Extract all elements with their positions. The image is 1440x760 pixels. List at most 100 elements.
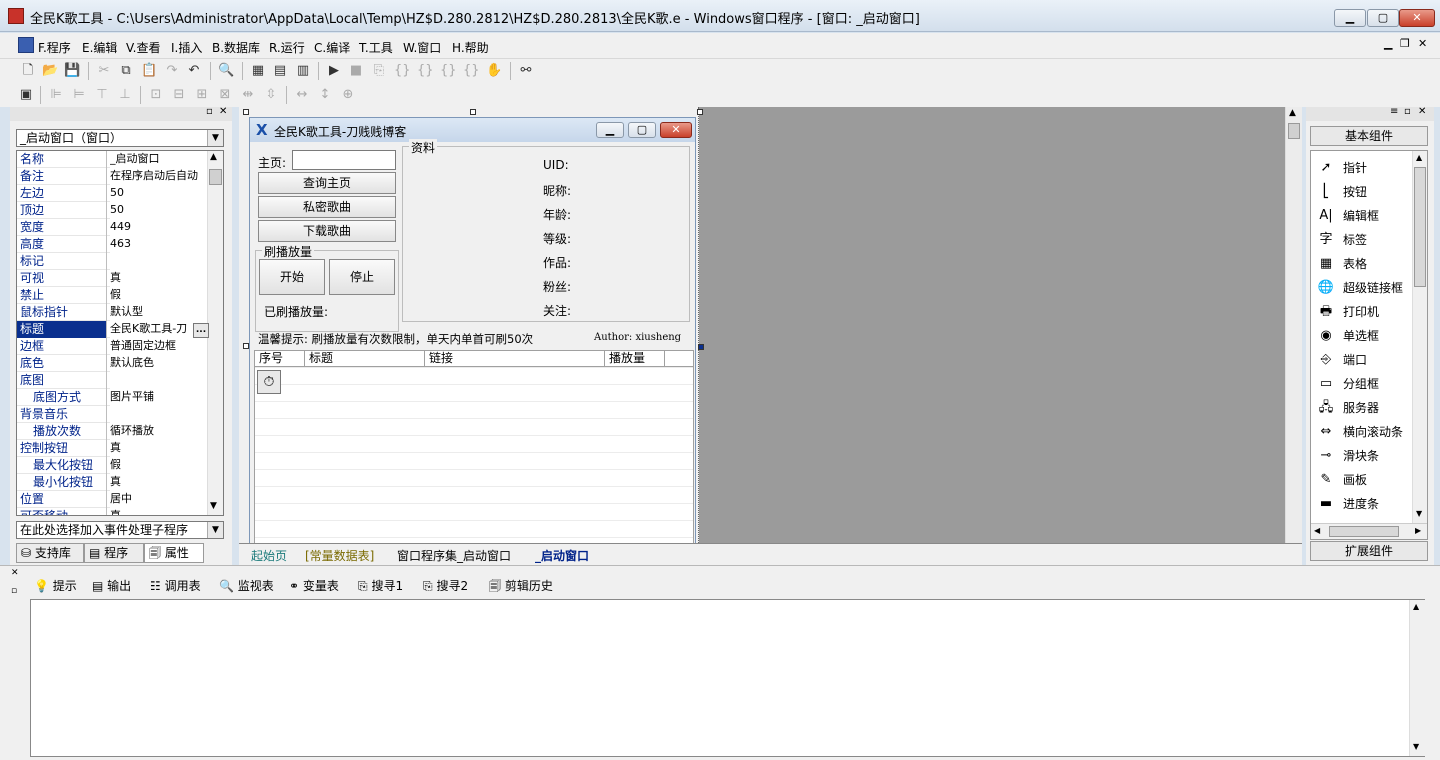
scroll-thumb[interactable]	[1414, 167, 1426, 287]
center-h-icon[interactable]: ⊡	[148, 87, 164, 103]
tab-startup-window[interactable]: _启动窗口	[535, 547, 589, 564]
property-row[interactable]: 控制按钮真	[17, 440, 207, 457]
menu-run[interactable]: R.运行	[269, 39, 305, 56]
tab-watch[interactable]: 🔍 监视表	[219, 577, 274, 594]
tab-variables[interactable]: ⚭ 变量表	[289, 577, 339, 594]
component-item[interactable]: ⇔ 横向滚动条	[1315, 421, 1413, 443]
mdi-close-icon[interactable]: ✕	[1418, 37, 1427, 50]
align-right-icon[interactable]: ⊨	[71, 87, 87, 103]
align-left-icon[interactable]: ⊫	[48, 87, 64, 103]
same-width-icon[interactable]: ⊞	[194, 87, 210, 103]
property-value[interactable]	[110, 253, 207, 270]
form-maximize-icon[interactable]: ▢	[628, 122, 656, 138]
open-folder-icon[interactable]: 📂	[42, 63, 58, 79]
resize-handle[interactable]	[243, 109, 249, 115]
download-songs-button[interactable]: 下载歌曲	[258, 220, 396, 242]
tab-program[interactable]: ▤ 程序	[84, 543, 144, 563]
component-item[interactable]: ✎ 画板	[1315, 469, 1413, 491]
start-button[interactable]: 开始	[259, 259, 325, 295]
panel-close-icon[interactable]: ✕	[1418, 106, 1426, 117]
tab-call-table[interactable]: ☷ 调用表	[150, 577, 201, 594]
property-value[interactable]: 50	[110, 202, 207, 219]
save-icon[interactable]: 💾	[64, 63, 80, 79]
tab-support-lib[interactable]: ⛁ 支持库	[16, 543, 84, 563]
redo-icon[interactable]: ↷	[164, 63, 180, 79]
close-button[interactable]: ✕	[1399, 9, 1435, 27]
design-form[interactable]: X 全民K歌工具-刀贱贱博客 ▁ ▢ ✕ 主页: 查询主页 私密歌曲 下载歌曲 …	[249, 117, 696, 547]
undo-icon[interactable]: ↶	[186, 63, 202, 79]
property-row[interactable]: 边框 普通固定边框	[17, 338, 207, 355]
tab-search1[interactable]: ⎘ 搜寻1	[358, 577, 403, 594]
menu-view[interactable]: V.查看	[126, 39, 160, 56]
paste-icon[interactable]: 📋	[141, 63, 157, 79]
space-h-icon[interactable]: ⇹	[240, 87, 256, 103]
resize-handle[interactable]	[470, 109, 476, 115]
scroll-left-icon[interactable]: ◀	[1314, 526, 1320, 535]
property-value[interactable]: 假	[110, 287, 207, 304]
scroll-right-icon[interactable]: ▶	[1415, 526, 1421, 535]
menu-window[interactable]: W.窗口	[403, 39, 441, 56]
property-row[interactable]: 背景音乐	[17, 406, 207, 423]
property-value[interactable]: 真	[110, 508, 207, 515]
property-value[interactable]: _启动窗口	[110, 151, 207, 168]
component-item[interactable]: ▭ 分组框	[1315, 373, 1413, 395]
property-row[interactable]: 标记	[17, 253, 207, 270]
tab-clip-history[interactable]: 🗐 剪辑历史	[489, 577, 553, 598]
component-item[interactable]: ⊸ 滑块条	[1315, 445, 1413, 467]
property-value[interactable]: 真	[110, 474, 207, 491]
component-item[interactable]: ▬ 进度条	[1315, 493, 1413, 515]
output-area[interactable]: ▲ ▼	[30, 599, 1425, 757]
same-height-icon[interactable]: ⊠	[217, 87, 233, 103]
panel-close-icon[interactable]: ✕	[11, 568, 19, 578]
property-value[interactable]: 真	[110, 440, 207, 457]
tab-properties[interactable]: 🗐 属性	[144, 543, 204, 563]
property-value[interactable]: 449	[110, 219, 207, 236]
component-item[interactable]: A| 编辑框	[1315, 205, 1413, 227]
panel-menu-icon[interactable]: ≡	[1390, 106, 1398, 117]
scroll-down-icon[interactable]: ▼	[1413, 742, 1419, 751]
layout-b-icon[interactable]: ▤	[272, 63, 288, 79]
minimize-button[interactable]: ▁	[1334, 9, 1366, 27]
form-minimize-icon[interactable]: ▁	[596, 122, 624, 138]
ellipsis-button[interactable]: ...	[193, 323, 209, 338]
stop-button[interactable]: 停止	[329, 259, 395, 295]
new-file-icon[interactable]: 🗋	[20, 63, 36, 79]
property-value[interactable]: 假	[110, 457, 207, 474]
property-row[interactable]: 最小化按钮真	[17, 474, 207, 491]
property-row[interactable]: 左边 50	[17, 185, 207, 202]
hscroll-thumb[interactable]	[1329, 526, 1399, 537]
component-item[interactable]: 🌐 超级链接框	[1315, 277, 1413, 299]
panel-close-icon[interactable]: ✕	[219, 106, 227, 117]
property-row[interactable]: 名称 _启动窗口	[17, 151, 207, 168]
menu-database[interactable]: B.数据库	[212, 39, 260, 56]
menu-compile[interactable]: C.编译	[314, 39, 350, 56]
property-value[interactable]: 在程序启动后自动	[110, 168, 207, 185]
mdi-minimize-icon[interactable]: ▁	[1384, 37, 1392, 50]
property-row[interactable]: 底图	[17, 372, 207, 389]
component-item[interactable]: ▦ 表格	[1315, 253, 1413, 275]
property-row[interactable]: 顶边 50	[17, 202, 207, 219]
calculator-icon[interactable]: ▣	[18, 87, 34, 103]
resize-handle[interactable]	[697, 109, 703, 115]
tab-window-assembly[interactable]: 窗口程序集_启动窗口	[397, 547, 511, 564]
basic-components-header[interactable]: 基本组件	[1310, 126, 1428, 146]
resize-handle[interactable]	[243, 343, 249, 349]
menu-insert[interactable]: I.插入	[171, 39, 202, 56]
property-value[interactable]: 循环播放	[110, 423, 207, 440]
property-value[interactable]: 居中	[110, 491, 207, 508]
menu-program[interactable]: F.程序	[38, 39, 71, 56]
property-row[interactable]: 备注 在程序启动后自动	[17, 168, 207, 185]
step-c-icon[interactable]: {}	[417, 63, 434, 79]
mdi-restore-icon[interactable]: ❐	[1400, 37, 1410, 50]
panel-restore-icon[interactable]: ▫	[1404, 106, 1411, 117]
property-value[interactable]: 普通固定边框	[110, 338, 207, 355]
property-row[interactable]: 底色 默认底色	[17, 355, 207, 372]
property-value[interactable]: 默认底色	[110, 355, 207, 372]
chevron-down-icon[interactable]: ▼	[207, 130, 223, 146]
scroll-down-icon[interactable]: ▼	[210, 501, 217, 511]
center-v-icon[interactable]: ⊟	[171, 87, 187, 103]
extended-components-header[interactable]: 扩展组件	[1310, 541, 1428, 561]
property-row[interactable]: 禁止假	[17, 287, 207, 304]
center-form-icon[interactable]: ⊕	[340, 87, 356, 103]
component-item[interactable]: 🖧 服务器	[1315, 397, 1413, 419]
